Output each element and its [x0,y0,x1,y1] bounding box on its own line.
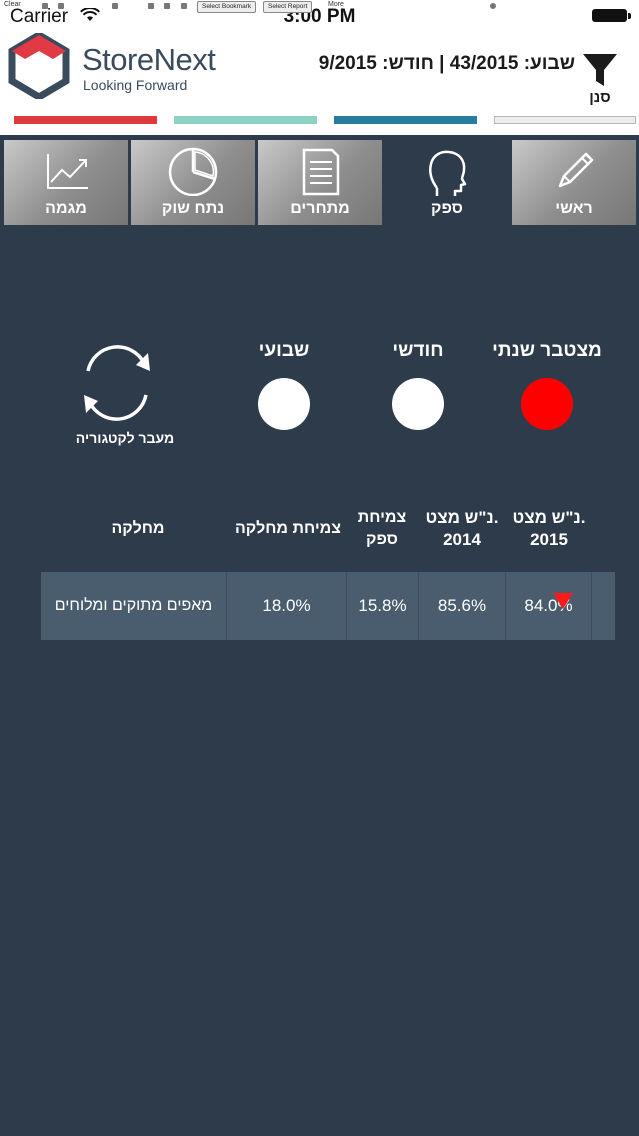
monthly-option-radio[interactable] [392,378,444,430]
storenext-logo-icon [8,33,70,99]
color-strip-mint [174,116,317,124]
logo-title: StoreNext [82,42,216,77]
filter-icon[interactable] [582,52,618,88]
clear-button[interactable]: Clear [4,1,21,8]
cell-share-2014: 85.6% [419,572,506,640]
tab-supplier-label: ספק [431,200,463,217]
cell-department: מאפים מתוקים ומלוחים [41,572,227,640]
color-strip-gray [494,116,636,124]
pencil-icon [558,152,594,188]
select-report-dropdown[interactable]: Select Report [263,1,313,13]
header-share-2015: נ"ש מצט. 2015 [505,507,593,551]
battery-icon [592,9,631,22]
color-strip-red [14,116,157,124]
ytd-option-label: מצטבר שנתי [492,340,602,361]
logo-subtitle: Looking Forward [83,77,188,93]
header-supplier-growth-line2: ספק [366,531,398,548]
trend-down-icon [553,593,573,609]
period-summary: שבוע: 43/2015 | חודש: 9/2015 [318,53,575,74]
back-icon[interactable] [42,3,48,9]
cell-share-2015: 84.0% [506,572,592,640]
color-strip-blue [334,116,477,124]
weekly-option-label: שבועי [258,340,310,361]
header-share-2014: נ"ש מצט. 2014 [418,507,506,551]
filter-label[interactable]: סנן [585,89,615,106]
cell-supplier-growth: 15.8% [347,572,419,640]
refresh-cycle-icon [84,345,150,421]
pie-chart-icon [168,147,218,196]
header-dept-growth-text: צמיחת מחלקה [234,520,342,537]
tab-main[interactable]: ראשי [512,140,636,225]
cell-dept-growth: 18.0% [227,572,347,640]
table-row[interactable]: מאפים מתוקים ומלוחים 18.0% 15.8% 85.6% 8… [41,572,615,640]
tab-market-share[interactable]: נתח שוק [131,140,255,225]
header-share-2014-line1: נ"ש מצט. [425,508,499,527]
header-supplier-growth: צמיחת ספק [346,507,418,551]
weekly-option-radio[interactable] [258,378,310,430]
header-share-2014-line2: 2014 [443,530,481,549]
tab-trend-label: מגמה [45,200,87,217]
select-bookmark-dropdown[interactable]: Select Bookmark [197,1,257,13]
category-switch-label: מעבר לקטגוריה [75,430,175,446]
tab-trend[interactable]: מגמה [4,140,128,225]
header-department-text: מחלקה [111,520,165,537]
trend-chart-icon [47,154,88,189]
header-share-2015-line2: 2015 [530,530,568,549]
tab-supplier[interactable]: ספק [385,140,509,225]
more-button[interactable]: More [328,1,344,8]
tab-competitors[interactable]: מתחרים [258,140,382,225]
document-icon [302,148,340,196]
monthly-option-label: חודשי [392,340,444,361]
tab-market-share-label: נתח שוק [161,200,225,217]
lock-icon[interactable] [112,3,118,9]
ytd-option-radio[interactable] [521,378,573,430]
tab-main-label: ראשי [555,200,593,217]
header-supplier-growth-line1: צמיחת [357,509,407,526]
forward-icon[interactable] [58,3,64,9]
head-icon [429,150,467,196]
star-icon[interactable] [181,3,187,9]
header-department: מחלקה [88,518,188,540]
header-share-2015-line1: נ"ש מצט. [512,508,586,527]
app-header: Carrier 3:00 PM Clear Select Bookmark Se… [0,0,639,135]
gear-small-icon[interactable] [164,3,170,9]
tab-competitors-label: מתחרים [290,200,350,217]
close-icon[interactable] [490,3,496,9]
check-icon[interactable] [148,3,154,9]
browser-toolbar: Clear Select Bookmark Select Report More [0,0,505,13]
header-dept-growth: צמיחת מחלקה [228,518,348,540]
